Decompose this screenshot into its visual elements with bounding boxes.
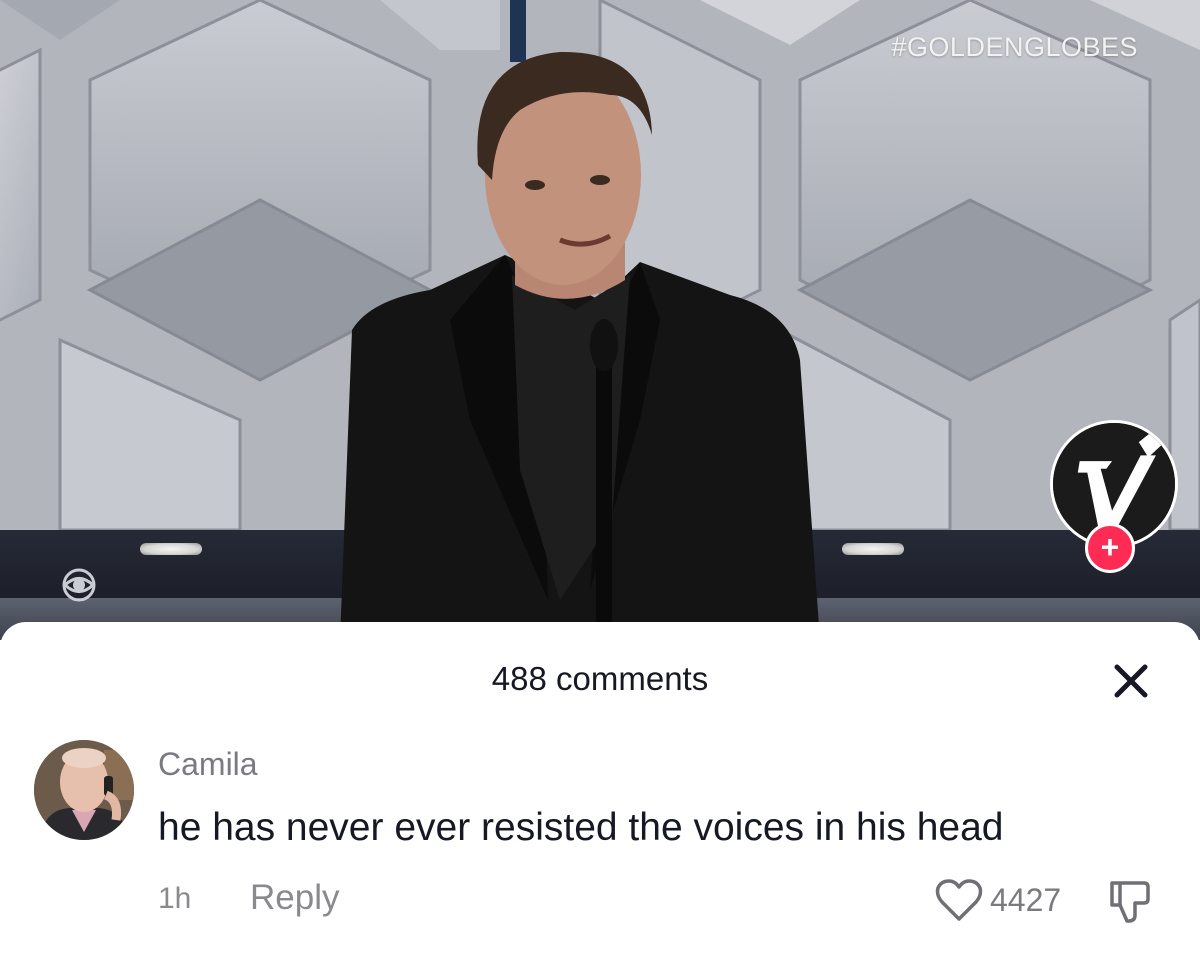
event-hashtag: #GOLDENGLOBES — [891, 32, 1138, 62]
video-player[interactable]: #GOLDENGLOBES + — [0, 0, 1200, 640]
user-photo — [34, 740, 134, 840]
comment-timestamp: 1h — [158, 882, 192, 915]
like-count: 4427 — [990, 882, 1062, 918]
follow-button[interactable]: + — [1085, 523, 1135, 573]
avatar[interactable] — [34, 740, 134, 840]
comments-sheet: 488 comments Camila he has never ever re… — [0, 622, 1200, 961]
close-icon[interactable] — [1110, 660, 1152, 702]
reply-button[interactable]: Reply — [250, 878, 339, 918]
cbs-eye-icon — [62, 568, 96, 602]
comment-text: he has never ever resisted the voices in… — [158, 806, 1004, 849]
presenter — [340, 51, 820, 640]
comment-username[interactable]: Camila — [158, 746, 258, 783]
comments-count-title: 488 comments — [491, 660, 709, 697]
thumbs-down-icon[interactable] — [1104, 877, 1154, 925]
heart-outline-icon[interactable] — [934, 877, 984, 923]
